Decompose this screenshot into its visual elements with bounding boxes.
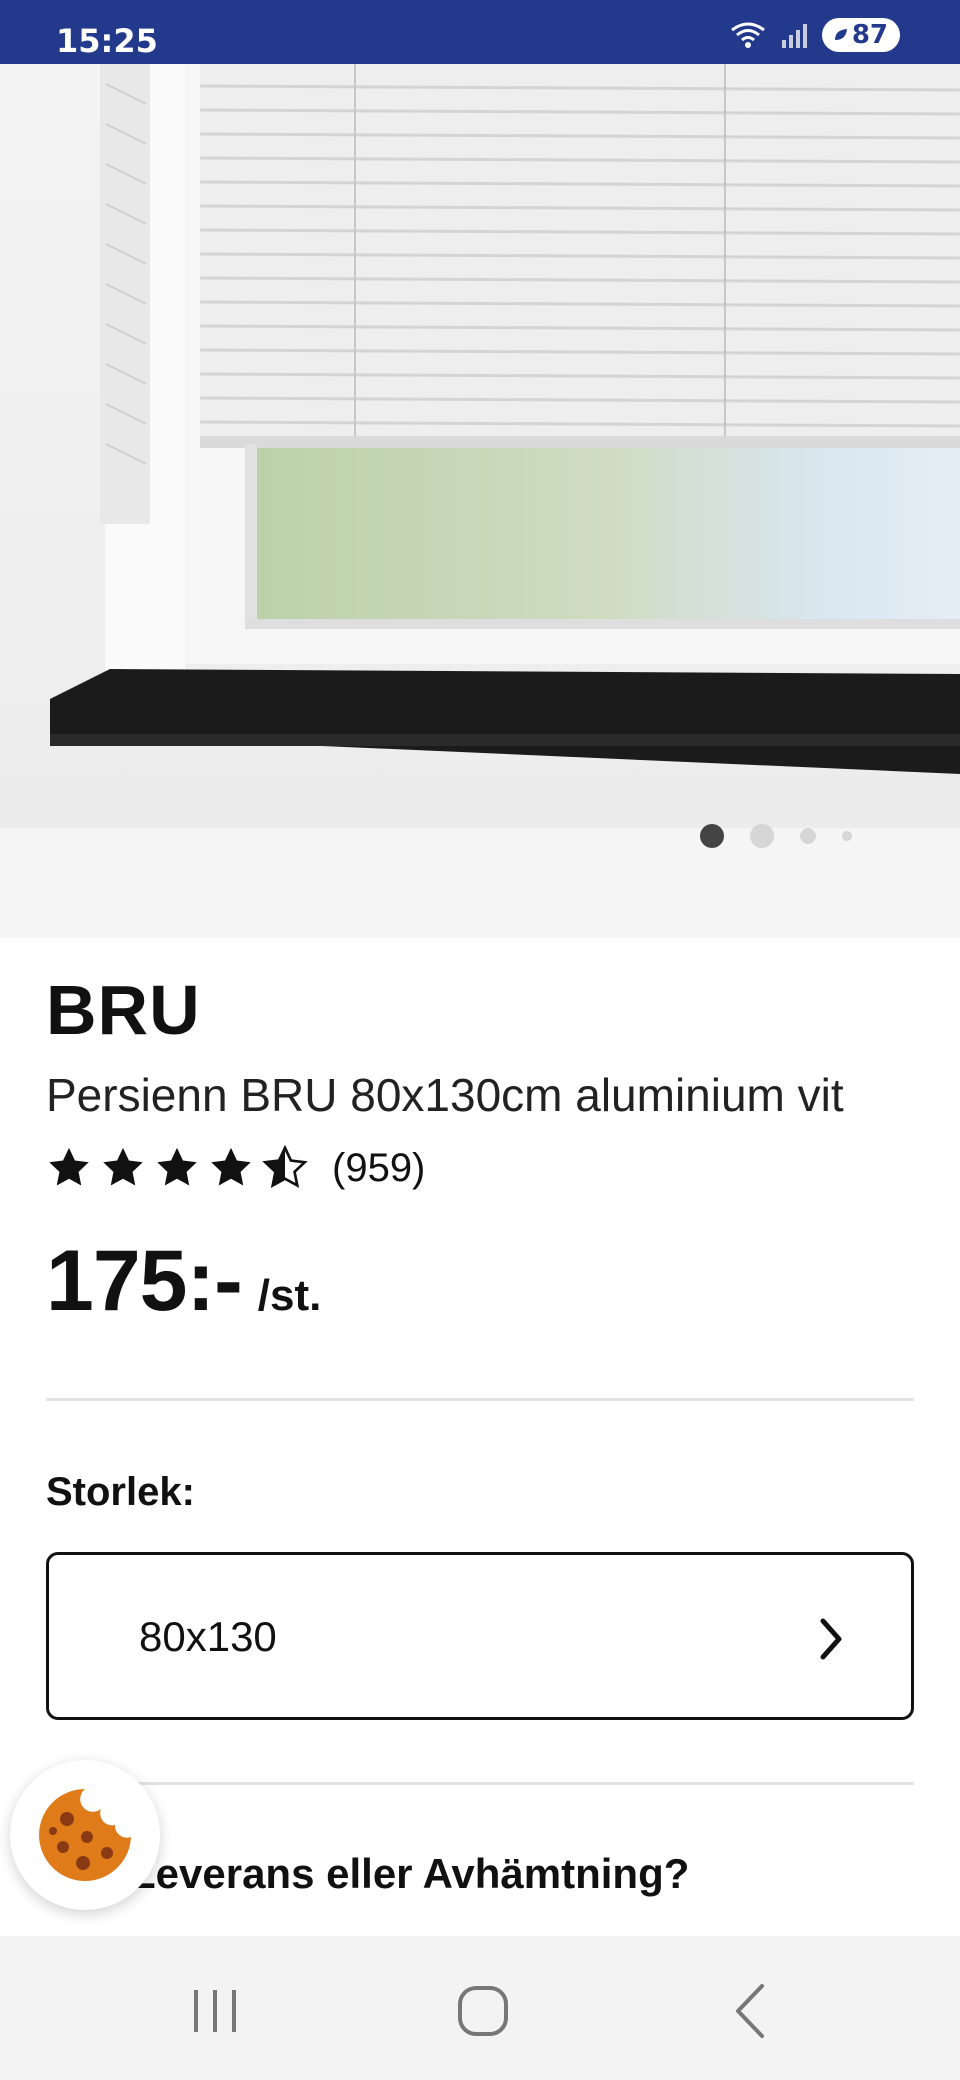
carousel-dot-active[interactable] [700,824,724,848]
home-icon[interactable] [448,1976,518,2046]
status-bar: 15:25 87 [0,0,960,64]
size-label: Storlek: [46,1470,195,1514]
divider [46,1398,914,1401]
star-full-icon [103,1147,143,1186]
status-time: 15:25 [56,22,158,60]
cookie-icon [39,1789,131,1881]
wifi-icon [730,22,765,48]
carousel-dot[interactable] [800,828,816,844]
size-selector[interactable]: 80x130 [46,1552,914,1720]
product-image[interactable] [0,64,960,828]
system-nav-bar [0,1936,960,2080]
carousel-dot[interactable] [750,824,774,848]
signal-icon [781,24,807,48]
star-half-icon [262,1145,308,1188]
status-icons: 87 [728,18,900,52]
chevron-right-icon [820,1618,842,1660]
battery-level: 87 [851,20,888,50]
divider [46,1782,914,1785]
product-photo [0,64,960,828]
back-icon[interactable] [718,1976,788,2046]
product-brand: BRU [46,971,201,1049]
review-count: (959) [332,1145,426,1190]
product-description: Persienn BRU 80x130cm aluminium vit [46,1069,844,1121]
star-full-icon [211,1147,251,1186]
product-price: 175:- /st. [46,1232,321,1331]
price-unit: /st. [257,1271,322,1320]
delivery-heading[interactable]: Leverans eller Avhämtning? [130,1850,689,1898]
delivery-label: Leverans eller Avhämtning? [130,1850,690,1897]
star-full-icon [49,1147,89,1186]
recent-apps-icon[interactable] [180,1976,250,2046]
price-amount: 175:- [46,1233,243,1329]
carousel-dots[interactable] [700,824,852,848]
star-full-icon [157,1147,197,1186]
battery-saver-icon [834,29,847,40]
carousel-dot[interactable] [842,831,852,841]
battery-indicator: 87 [821,18,900,52]
rating-stars [46,1145,308,1191]
product-rating[interactable]: (959) [46,1145,425,1191]
size-value: 80x130 [139,1613,277,1660]
cookie-settings-button[interactable] [10,1760,160,1910]
